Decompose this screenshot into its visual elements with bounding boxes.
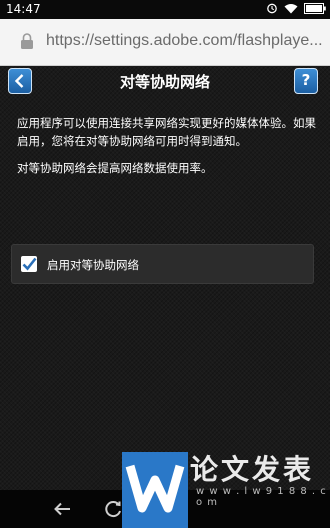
alarm-icon xyxy=(266,2,278,17)
back-icon xyxy=(54,502,70,516)
page-title: 对等协助网络 xyxy=(119,73,210,91)
url-bar[interactable]: https://settings.adobe.com/flashplaye... xyxy=(0,19,330,66)
back-icon xyxy=(9,74,31,97)
battery-icon xyxy=(304,2,326,17)
status-icons xyxy=(266,2,326,17)
wifi-icon xyxy=(284,3,298,17)
watermark-url: w w w . l w 9 1 8 8 . c o m xyxy=(196,486,327,508)
enable-p2p-option[interactable]: 启用对等协助网络 xyxy=(11,244,314,284)
description-text: 应用程序可以使用连接共享网络实现更好的媒体体验。如果启用，您将在对等协助网络可用… xyxy=(17,116,316,148)
enable-p2p-checkbox[interactable] xyxy=(21,256,37,272)
help-button[interactable]: ? xyxy=(294,68,318,94)
panel-header: 对等协助网络 ? xyxy=(0,66,330,98)
url-text[interactable]: https://settings.adobe.com/flashplaye... xyxy=(46,32,326,52)
status-bar: 14:47 xyxy=(0,0,330,19)
lock-icon xyxy=(20,32,34,50)
nav-back-button[interactable] xyxy=(50,496,76,522)
watermark-text: 论文发表 xyxy=(190,453,315,486)
back-button[interactable] xyxy=(8,68,32,94)
watermark-logo xyxy=(122,452,188,528)
settings-panel: 对等协助网络 ? 应用程序可以使用连接共享网络实现更好的媒体体验。如果启用，您将… xyxy=(0,66,330,490)
checkmark-icon xyxy=(22,257,37,271)
data-usage-note: 对等协助网络会提高网络数据使用率。 xyxy=(17,161,213,175)
enable-p2p-label: 启用对等协助网络 xyxy=(47,258,139,272)
status-time: 14:47 xyxy=(6,2,41,16)
watermark: 论文发表 w w w . l w 9 1 8 8 . c o m xyxy=(122,446,330,528)
